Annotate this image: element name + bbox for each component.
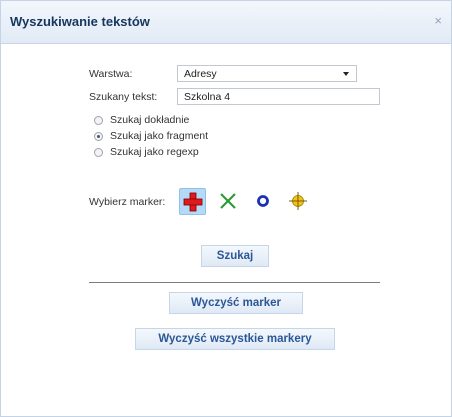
close-icon[interactable]: × <box>434 13 442 28</box>
divider <box>89 282 380 283</box>
dialog-title: Wyszukiwanie tekstów <box>10 14 150 29</box>
clear-all-markers-button[interactable]: Wyczyść wszystkie markery <box>135 328 335 350</box>
search-text-value: Szkolna 4 <box>184 91 231 103</box>
dialog-titlebar[interactable]: Wyszukiwanie tekstów × <box>1 1 451 44</box>
yellow-crosshair-marker-icon[interactable] <box>285 188 312 215</box>
clear-marker-button[interactable]: Wyczyść marker <box>169 292 303 314</box>
search-button[interactable]: Szukaj <box>201 245 269 267</box>
search-dialog: Wyszukiwanie tekstów × Warstwa: Adresy S… <box>0 0 452 417</box>
marker-label: Wybierz marker: <box>89 196 166 208</box>
blue-circle-marker-icon[interactable] <box>250 188 277 215</box>
search-text-input[interactable]: Szkolna 4 <box>177 88 380 105</box>
green-x-marker-icon[interactable] <box>215 188 242 215</box>
radio-regexp-label: Szukaj jako regexp <box>110 146 199 158</box>
radio-exact[interactable] <box>94 116 103 125</box>
red-cross-marker-icon[interactable] <box>179 188 206 215</box>
radio-exact-label: Szukaj dokładnie <box>110 114 190 126</box>
radio-fragment[interactable] <box>94 132 103 141</box>
search-text-label: Szukany tekst: <box>89 91 158 103</box>
radio-fragment-label: Szukaj jako fragment <box>110 130 209 142</box>
layer-label: Warstwa: <box>89 68 133 80</box>
chevron-down-icon <box>343 72 349 76</box>
layer-select[interactable]: Adresy <box>177 65 357 82</box>
radio-regexp[interactable] <box>94 148 103 157</box>
layer-select-value: Adresy <box>184 68 217 80</box>
